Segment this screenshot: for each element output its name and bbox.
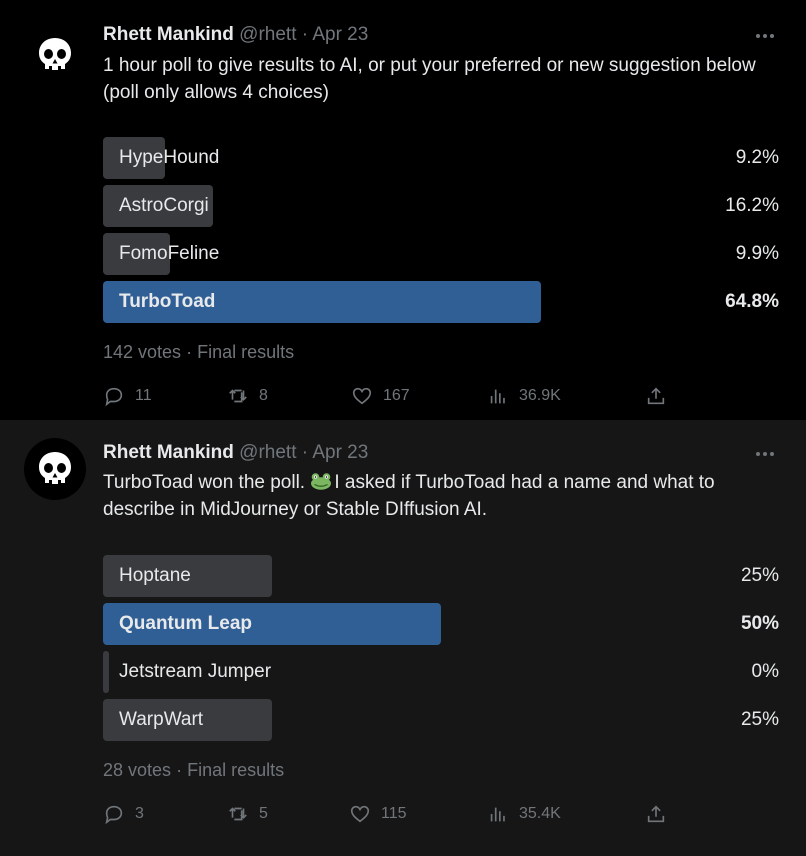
tweet-text: TurboToad won the poll. I asked if Turbo… [103, 469, 783, 523]
more-dot-icon [756, 34, 760, 38]
separator-dot: · [176, 760, 183, 780]
retweet-icon [229, 807, 247, 821]
author-name[interactable]: Rhett Mankind [103, 24, 234, 45]
poll-option: AstroCorgi 16.2% [103, 185, 779, 227]
poll-option-percent: 25% [740, 565, 779, 586]
poll-option-percent: 25% [740, 709, 779, 730]
tweet-date[interactable]: Apr 23 [312, 24, 368, 45]
poll-option: WarpWart 25% [103, 699, 779, 741]
views-button[interactable]: 35.4K [487, 799, 561, 829]
more-dot-icon [756, 452, 760, 456]
retweet-count: 8 [259, 387, 268, 404]
reply-count: 3 [135, 805, 144, 822]
author-name[interactable]: Rhett Mankind [103, 442, 234, 463]
poll: HypeHound 9.2% AstroCorgi 16.2% FomoFeli… [103, 137, 779, 329]
action-bar: 11 8 167 36.9K [103, 381, 673, 411]
views-icon [490, 807, 505, 822]
poll-option-percent: 9.9% [735, 243, 779, 264]
frog-face-icon [311, 473, 332, 490]
more-dot-icon [770, 34, 774, 38]
more-dot-icon [770, 452, 774, 456]
skull-icon [39, 38, 71, 70]
poll-option: FomoFeline 9.9% [103, 233, 779, 275]
more-options-button[interactable] [754, 444, 776, 464]
tweet-text-start: TurboToad won the poll. [103, 472, 311, 493]
retweet-button[interactable]: 5 [227, 799, 268, 829]
like-button[interactable]: 167 [351, 381, 410, 411]
poll-option-percent: 16.2% [725, 195, 779, 216]
poll-meta: 142 votes · Final results [103, 342, 294, 363]
share-button[interactable] [645, 799, 667, 829]
heart-icon [350, 805, 370, 823]
reply-button[interactable]: 3 [103, 799, 144, 829]
poll-option-percent: 64.8% [725, 291, 779, 312]
share-icon [647, 387, 665, 405]
poll-votes: 28 votes [103, 760, 172, 780]
poll-option-label: HypeHound [119, 147, 220, 168]
reply-icon [105, 805, 123, 825]
poll-option: Hoptane 25% [103, 555, 779, 597]
author-handle[interactable]: @rhett [239, 24, 296, 45]
tweet-header: Rhett Mankind @rhett · Apr 23 [103, 442, 368, 464]
poll-votes: 142 votes [103, 342, 182, 362]
tweet-text: 1 hour poll to give results to AI, or pu… [103, 55, 756, 103]
poll-option-percent: 9.2% [735, 147, 779, 168]
retweet-button[interactable]: 8 [227, 381, 268, 411]
views-icon [490, 389, 505, 404]
poll-meta: 28 votes · Final results [103, 760, 284, 781]
action-bar: 3 5 115 35.4K [103, 799, 673, 829]
separator-dot: · [186, 342, 193, 362]
poll-option-label: AstroCorgi [119, 195, 209, 216]
views-button[interactable]: 36.9K [487, 381, 561, 411]
poll-option-percent: 50% [740, 613, 779, 634]
reply-icon [105, 387, 123, 407]
avatar[interactable] [24, 24, 86, 86]
poll-option-percent: 0% [751, 661, 779, 682]
poll-option-label: WarpWart [119, 709, 204, 730]
poll-bar [103, 651, 109, 693]
poll-option-label: FomoFeline [119, 243, 220, 264]
poll-option-winner: Quantum Leap 50% [103, 603, 779, 645]
author-handle[interactable]: @rhett [239, 442, 296, 463]
poll-option-label: Quantum Leap [119, 613, 253, 634]
reply-count: 11 [135, 387, 152, 404]
share-icon [647, 805, 665, 823]
poll-status: Final results [187, 760, 285, 780]
poll-status: Final results [197, 342, 295, 362]
avatar[interactable] [24, 438, 86, 500]
retweet-icon [229, 389, 247, 403]
tweet-2[interactable]: Rhett Mankind @rhett · Apr 23 TurboToad … [0, 420, 806, 856]
view-count: 36.9K [519, 387, 561, 404]
more-dot-icon [763, 34, 767, 38]
skull-icon [39, 452, 71, 484]
tweet-header: Rhett Mankind @rhett · Apr 23 [103, 24, 368, 46]
tweet-1[interactable]: Rhett Mankind @rhett · Apr 23 1 hour pol… [0, 0, 806, 420]
poll-option-winner: TurboToad 64.8% [103, 281, 779, 323]
poll-option-label: TurboToad [119, 291, 216, 312]
poll-option: HypeHound 9.2% [103, 137, 779, 179]
like-count: 167 [383, 387, 410, 404]
tweet-date[interactable]: Apr 23 [312, 442, 368, 463]
poll-option-label: Hoptane [119, 565, 191, 586]
view-count: 35.4K [519, 805, 561, 822]
poll-option: Jetstream Jumper 0% [103, 651, 779, 693]
poll-option-label: Jetstream Jumper [119, 661, 272, 682]
poll: Hoptane 25% Quantum Leap 50% Jetstream J… [103, 555, 779, 747]
retweet-count: 5 [259, 805, 268, 822]
separator-dot: · [301, 24, 309, 45]
like-count: 115 [381, 805, 407, 822]
more-dot-icon [763, 452, 767, 456]
like-button[interactable]: 115 [349, 799, 407, 829]
share-button[interactable] [645, 381, 667, 411]
separator-dot: · [301, 442, 309, 463]
more-options-button[interactable] [754, 26, 776, 46]
reply-button[interactable]: 11 [103, 381, 152, 411]
heart-icon [352, 387, 372, 405]
